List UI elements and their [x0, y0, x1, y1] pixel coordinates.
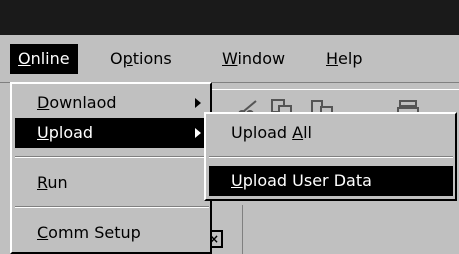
menu-separator	[15, 156, 209, 158]
upload-submenu: Upload All Upload User Data	[204, 112, 457, 201]
menu-separator	[209, 156, 453, 158]
menu-item-comm-setup[interactable]: Comm Setup	[15, 218, 209, 248]
menu-bar: Online Options Window Help	[0, 35, 459, 83]
menu-separator	[15, 206, 209, 208]
window-titlebar	[0, 0, 459, 35]
menu-item-upload-user-data[interactable]: Upload User Data	[209, 166, 453, 196]
menu-help[interactable]: Help	[318, 44, 370, 74]
submenu-arrow-icon	[195, 98, 201, 108]
submenu-arrow-icon	[195, 128, 201, 138]
online-menu: Downlaod Upload Run Comm Setup	[10, 82, 212, 254]
menu-item-upload-all[interactable]: Upload All	[209, 118, 453, 148]
menu-item-upload[interactable]: Upload	[15, 118, 209, 148]
menu-item-download[interactable]: Downlaod	[15, 88, 209, 118]
menu-window[interactable]: Window	[214, 44, 293, 74]
divider	[242, 205, 243, 254]
menu-options[interactable]: Options	[102, 44, 180, 74]
menu-item-run[interactable]: Run	[15, 168, 209, 198]
menu-online[interactable]: Online	[10, 44, 78, 74]
